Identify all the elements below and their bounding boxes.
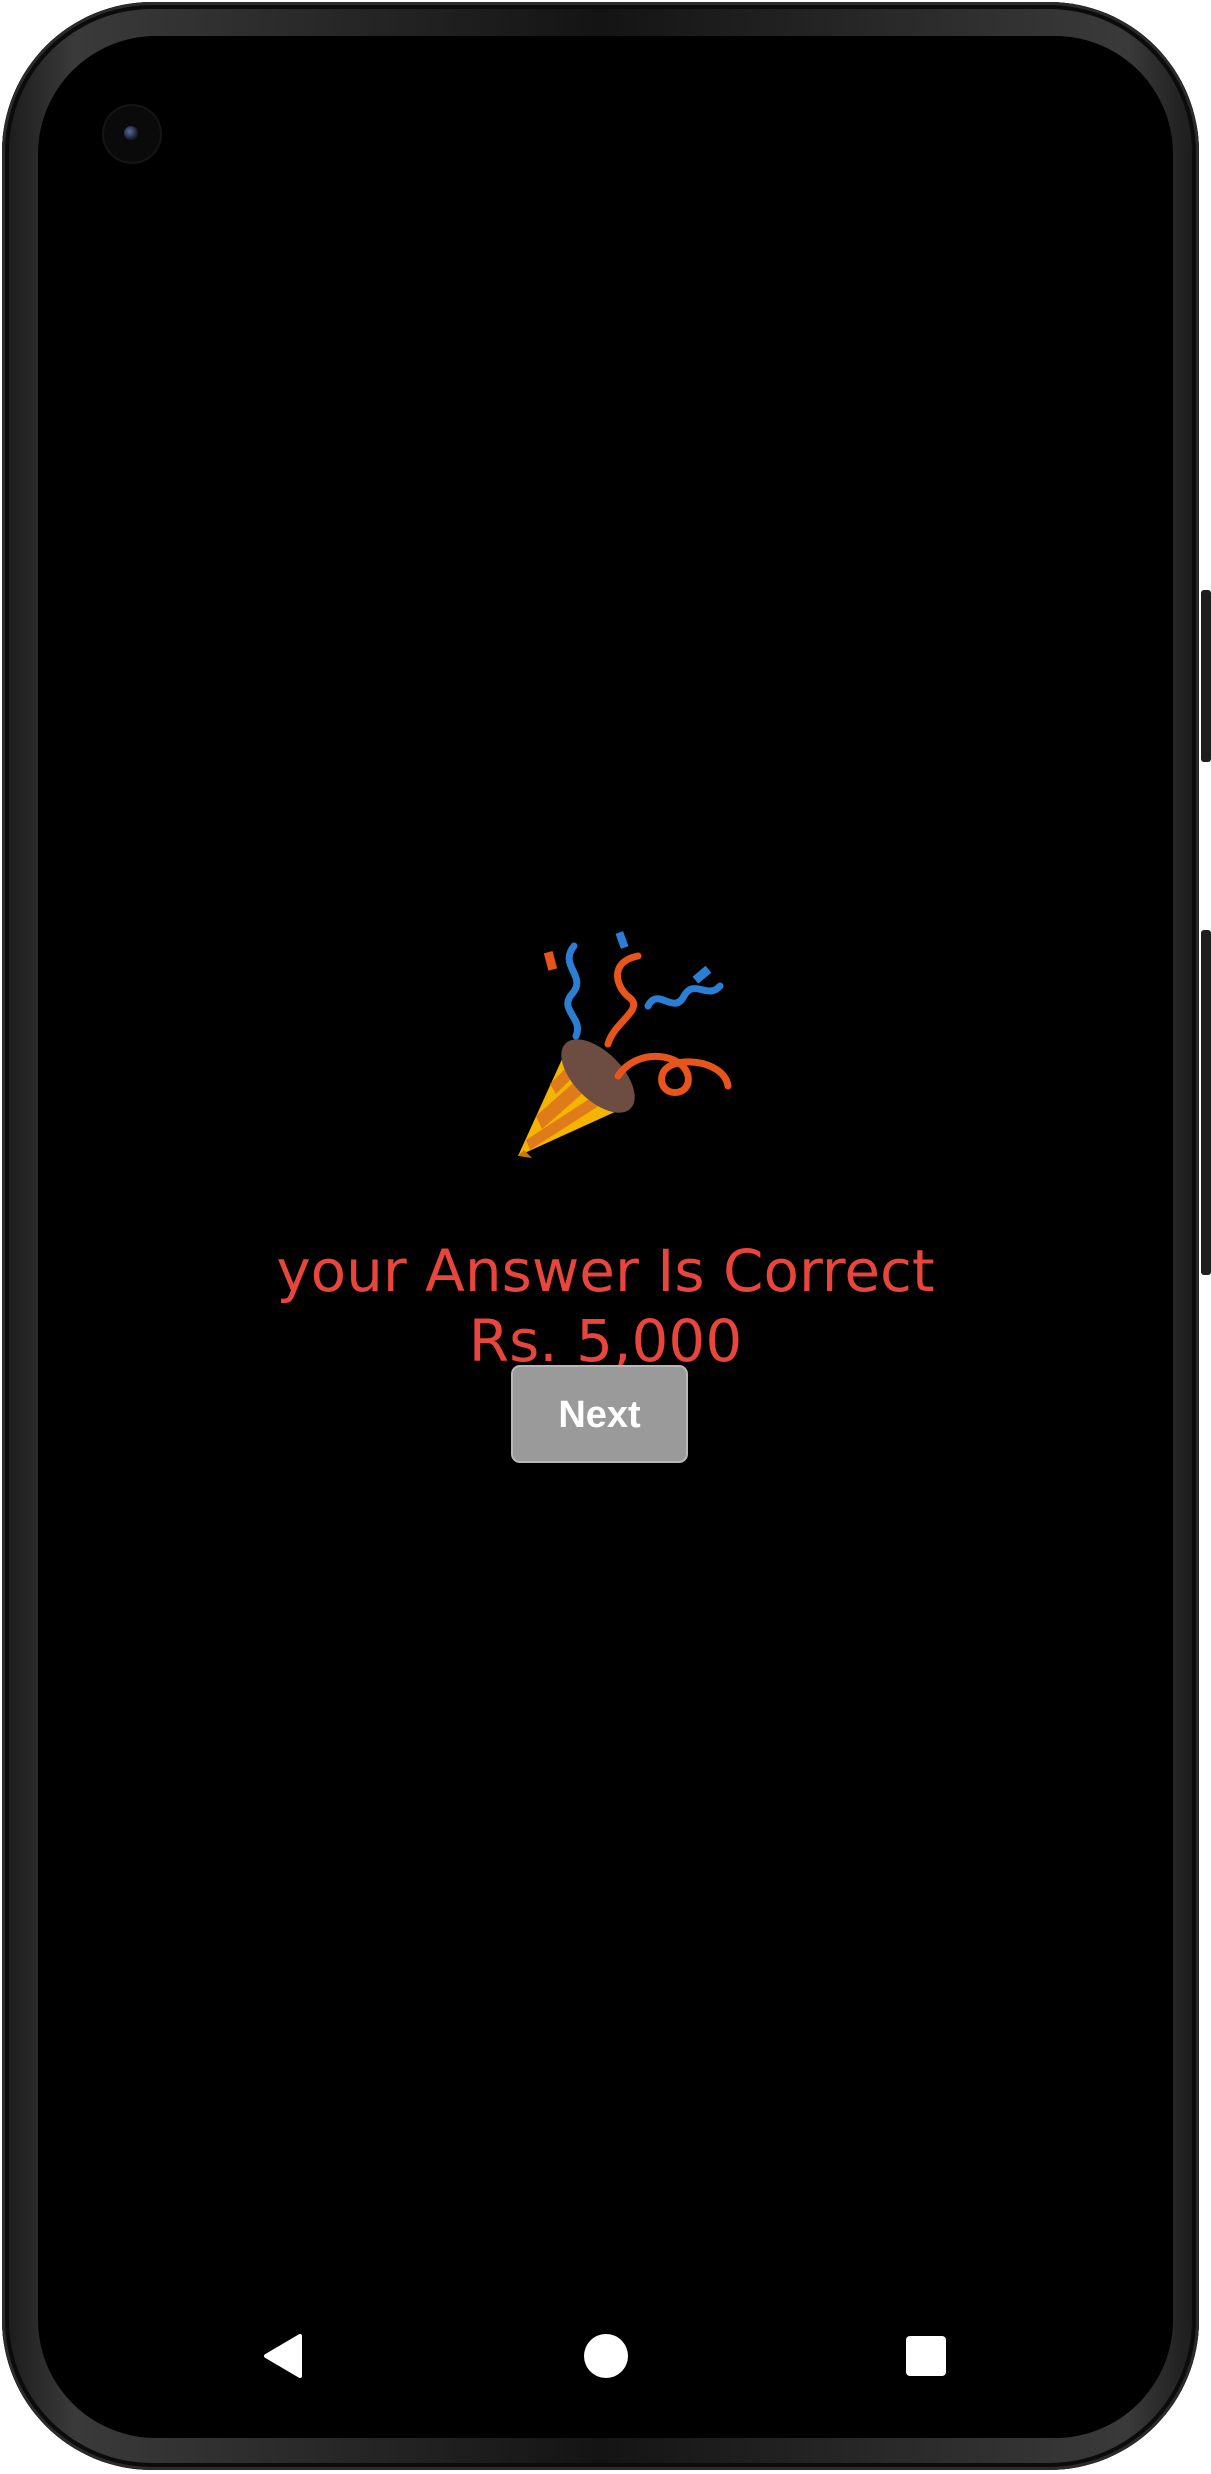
back-triangle-icon[interactable]	[256, 2326, 316, 2386]
power-button	[1201, 590, 1211, 762]
home-circle-icon[interactable]	[576, 2326, 636, 2386]
volume-rocker	[1201, 930, 1211, 1275]
device-frame: your Answer Is Correct Rs. 5,000 Next	[0, 0, 1211, 2474]
party-popper-icon	[518, 931, 732, 1158]
system-navigation-bar	[38, 2306, 1173, 2438]
result-message: your Answer Is Correct	[276, 1237, 935, 1305]
screen: your Answer Is Correct Rs. 5,000 Next	[38, 36, 1173, 2438]
next-button[interactable]: Next	[511, 1365, 688, 1463]
result-screen: your Answer Is Correct Rs. 5,000 Next	[38, 36, 1173, 2438]
recents-square-icon[interactable]	[896, 2326, 956, 2386]
